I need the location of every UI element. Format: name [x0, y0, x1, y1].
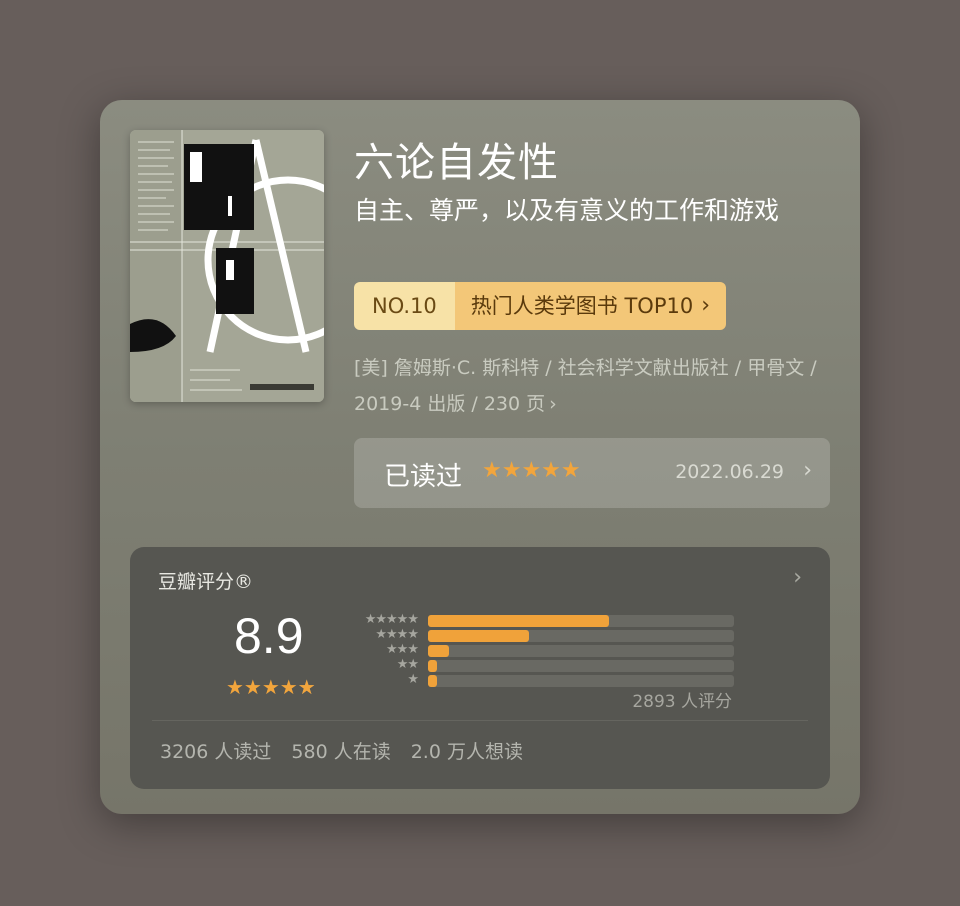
book-subtitle: 自主、尊严，以及有意义的工作和游戏 — [354, 196, 780, 225]
book-card: 六论自发性 自主、尊严，以及有意义的工作和游戏 NO.10 热门人类学图书 TO… — [100, 100, 860, 814]
dist-track — [428, 645, 734, 657]
rank-list-link[interactable]: 热门人类学图书 TOP10 › — [454, 282, 727, 330]
ranking-badge[interactable]: NO.10 热门人类学图书 TOP10 › — [354, 282, 727, 330]
divider — [152, 720, 808, 721]
full-stars: ★★★★ — [226, 675, 298, 699]
rank-list-label: 热门人类学图书 TOP10 — [470, 294, 694, 318]
rating-panel-title: 豆瓣评分® — [158, 571, 254, 593]
half-star-fill: ★ — [297, 675, 314, 699]
read-status-label: 已读过 — [384, 462, 463, 492]
rating-dist-row-2: ★★ — [348, 657, 734, 672]
book-meta-info[interactable]: [美] 詹姆斯·C. 斯科特 / 社会科学文献出版社 / 甲骨文 / 2019-… — [354, 350, 830, 422]
chevron-right-icon: › — [803, 458, 812, 483]
dist-track — [428, 630, 734, 642]
read-status-bar[interactable]: 已读过 ★★★★★ 2022.06.29 › — [354, 438, 830, 508]
stat-want[interactable]: 2.0 万人想读 — [411, 737, 523, 764]
rating-count: 2893 人评分 — [632, 692, 732, 712]
book-cover-image[interactable] — [130, 130, 324, 402]
book-title: 六论自发性 — [354, 140, 559, 186]
dist-bar-3 — [428, 645, 450, 657]
rating-score: 8.9 — [234, 608, 304, 664]
chevron-right-icon[interactable]: › — [793, 565, 802, 590]
stat-read[interactable]: 3206 人读过 — [160, 737, 271, 764]
dist-track — [428, 675, 734, 687]
rating-dist-row-5: ★★★★★ — [348, 612, 734, 627]
rating-dist-row-4: ★★★★ — [348, 627, 734, 642]
rating-dist-row-3: ★★★ — [348, 642, 734, 657]
rating-score-stars: ★★★★ ★ ★ — [226, 675, 316, 699]
book-meta-text: [美] 詹姆斯·C. 斯科特 / 社会科学文献出版社 / 甲骨文 / 2019-… — [354, 357, 817, 415]
my-rating-stars: ★★★★★ — [482, 458, 581, 483]
dist-bar-4 — [428, 630, 529, 642]
chevron-right-icon: › — [701, 293, 711, 318]
stat-reading[interactable]: 580 人在读 — [291, 737, 390, 764]
dist-bar-5 — [428, 615, 609, 627]
rank-number: NO.10 — [354, 282, 455, 330]
rating-dist-row-1: ★ — [348, 672, 734, 687]
chevron-right-icon: › — [549, 393, 557, 415]
dist-bar-1 — [428, 675, 438, 687]
dist-track — [428, 660, 734, 672]
dist-stars-5: ★★★★★ — [364, 612, 419, 627]
dist-stars-2: ★★ — [396, 657, 419, 672]
reader-stats: 3206 人读过 580 人在读 2.0 万人想读 — [160, 737, 523, 764]
half-star-icon: ★ ★ — [298, 675, 316, 699]
dist-stars-1: ★ — [407, 672, 419, 687]
douban-rating-panel[interactable]: 豆瓣评分® › 8.9 ★★★★ ★ ★ ★★★★★ ★★★★ ★★★ ★★ ★ 2… — [130, 547, 830, 789]
dist-stars-3: ★★★ — [386, 642, 419, 657]
dist-track — [428, 615, 734, 627]
dist-bar-2 — [428, 660, 438, 672]
dist-stars-4: ★★★★ — [375, 627, 419, 642]
read-date: 2022.06.29 — [675, 461, 784, 483]
